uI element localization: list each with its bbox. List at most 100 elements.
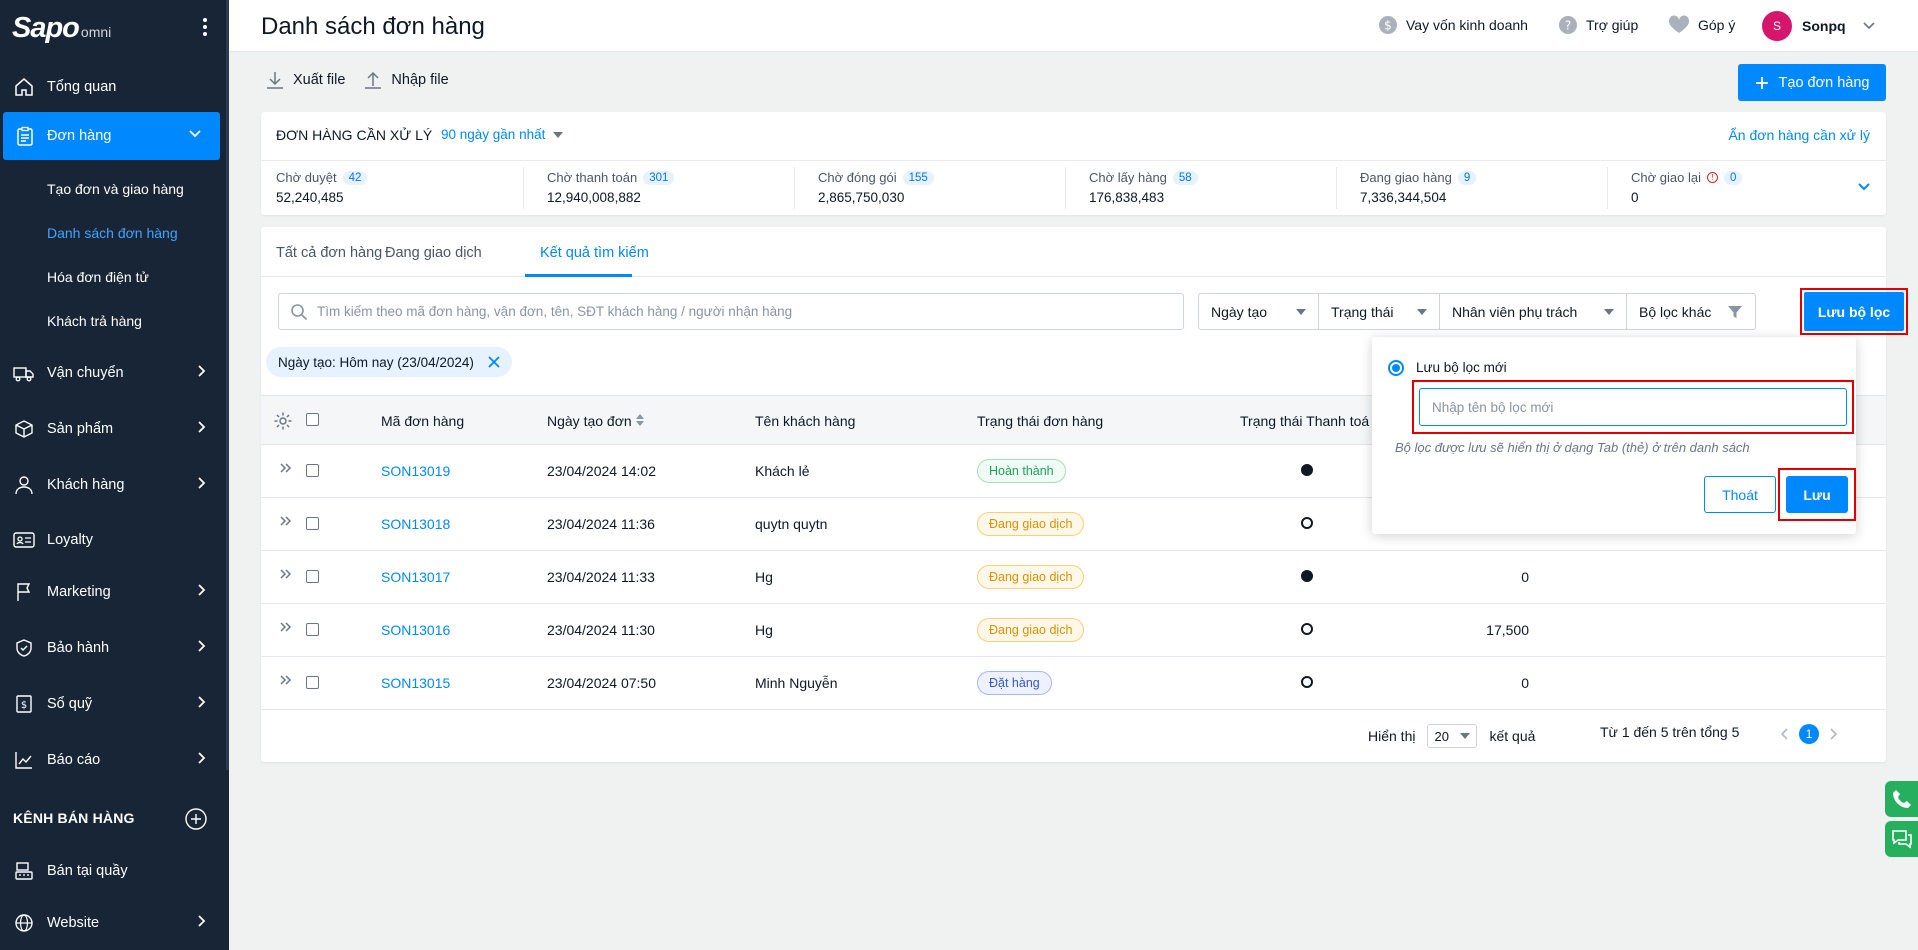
- table-row[interactable]: SON13015 23/04/2024 07:50 Minh Nguyễn Đặ…: [261, 657, 1886, 710]
- page-title: Danh sách đơn hàng: [261, 13, 485, 40]
- chevron-left-icon[interactable]: [1779, 727, 1789, 741]
- period-dropdown[interactable]: 90 ngày gần nhất: [441, 127, 564, 142]
- row-checkbox[interactable]: [306, 517, 319, 530]
- caret-down-icon: [553, 131, 564, 138]
- order-code-link[interactable]: SON13015: [381, 675, 450, 691]
- gear-icon[interactable]: [273, 411, 293, 431]
- filter-other[interactable]: Bộ lọc khác: [1627, 294, 1755, 329]
- stat-pending-pickup[interactable]: Chờ lấy hàng 58 176,838,483: [1089, 170, 1349, 205]
- table-row[interactable]: SON13016 23/04/2024 11:30 Hg Đang giao d…: [261, 604, 1886, 657]
- sidebar-item-shipping[interactable]: Vận chuyển: [0, 358, 226, 388]
- order-code-link[interactable]: SON13017: [381, 569, 450, 585]
- heart-icon: [1668, 15, 1690, 34]
- sidebar: Sapo omni Tổng quan Đơn hàng Tạo đơn và …: [0, 0, 229, 950]
- page-size-label: Hiển thị: [1368, 728, 1416, 744]
- phone-contact-button[interactable]: [1885, 781, 1918, 817]
- row-checkbox[interactable]: [306, 570, 319, 583]
- chevron-right-icon[interactable]: [1829, 727, 1839, 741]
- payment-status-dot: [1301, 570, 1313, 582]
- stat-label: Chờ thanh toán: [547, 170, 638, 185]
- stat-pending-approval[interactable]: Chờ duyệt 42 52,240,485: [276, 170, 536, 205]
- sidebar-item-customers[interactable]: Khách hàng: [0, 470, 226, 500]
- tab-search-results[interactable]: Kết quả tìm kiếm: [540, 245, 649, 261]
- stat-delivering[interactable]: Đang giao hàng 9 7,336,344,504: [1360, 170, 1620, 205]
- sidebar-item-products[interactable]: Sản phẩm: [0, 414, 226, 444]
- chevron-right-icon: [196, 476, 208, 494]
- user-icon: [12, 473, 36, 497]
- expand-row-icon[interactable]: [279, 461, 293, 478]
- chat-contact-button[interactable]: [1885, 821, 1918, 857]
- sidebar-menu-icon[interactable]: [196, 14, 214, 40]
- box-icon: [12, 417, 36, 441]
- order-amount: 0: [1521, 675, 1529, 691]
- import-button[interactable]: Nhập file: [391, 72, 448, 88]
- tab-all-orders[interactable]: Tất cả đơn hàng: [276, 245, 382, 261]
- stat-pending-payment[interactable]: Chờ thanh toán 301 12,940,008,882: [547, 170, 807, 205]
- chevron-down-icon[interactable]: [1856, 179, 1872, 198]
- sidebar-subitem-returns[interactable]: Khách trả hàng: [47, 313, 142, 329]
- divider: [261, 160, 1886, 161]
- table-row[interactable]: SON13017 23/04/2024 11:33 Hg Đang giao d…: [261, 551, 1886, 604]
- add-channel-icon[interactable]: [184, 807, 208, 834]
- sidebar-item-warranty[interactable]: Bảo hành: [0, 633, 226, 663]
- user-menu[interactable]: S Sonpq: [1762, 11, 1876, 41]
- row-checkbox[interactable]: [306, 464, 319, 477]
- stat-count-badge: 155: [902, 170, 934, 185]
- help-link[interactable]: ? Trợ giúp: [1558, 15, 1638, 35]
- stat-redelivery[interactable]: Chờ giao lại! 0 0: [1631, 170, 1831, 205]
- row-checkbox[interactable]: [306, 676, 319, 689]
- stat-label: Chờ lấy hàng: [1089, 170, 1167, 185]
- divider: [1607, 167, 1608, 209]
- sidebar-subitem-create-order[interactable]: Tạo đơn và giao hàng: [47, 181, 184, 197]
- stat-pending-packing[interactable]: Chờ đóng gói 155 2,865,750,030: [818, 170, 1078, 205]
- tab-in-transaction[interactable]: Đang giao dịch: [385, 245, 482, 261]
- caret-down-icon: [1296, 308, 1306, 315]
- new-filter-radio[interactable]: [1388, 360, 1404, 376]
- page-size-select[interactable]: 20: [1427, 724, 1478, 748]
- sidebar-item-orders[interactable]: Đơn hàng: [3, 112, 220, 160]
- sidebar-item-cashbook[interactable]: $ Sổ quỹ: [0, 689, 226, 719]
- funnel-icon: [1728, 305, 1742, 318]
- filter-label: Ngày tạo: [1211, 303, 1268, 320]
- sidebar-item-overview[interactable]: Tổng quan: [0, 72, 226, 102]
- feedback-link[interactable]: Góp ý: [1668, 15, 1735, 35]
- row-checkbox[interactable]: [306, 623, 319, 636]
- export-button[interactable]: Xuất file: [293, 72, 345, 88]
- select-all-checkbox[interactable]: [306, 413, 319, 426]
- filter-staff[interactable]: Nhân viên phụ trách: [1440, 294, 1627, 329]
- sidebar-subitem-order-list[interactable]: Danh sách đơn hàng: [47, 225, 178, 241]
- order-code-link[interactable]: SON13018: [381, 516, 450, 532]
- order-code-link[interactable]: SON13019: [381, 463, 450, 479]
- sidebar-item-loyalty[interactable]: Loyalty: [0, 525, 226, 555]
- sidebar-item-marketing[interactable]: Marketing: [0, 577, 226, 607]
- pagination: 1: [1779, 724, 1839, 744]
- create-order-button[interactable]: Tạo đơn hàng: [1738, 64, 1886, 101]
- pos-icon: [12, 859, 36, 883]
- sidebar-item-pos[interactable]: Bán tại quầy: [0, 856, 226, 886]
- search-input[interactable]: Tìm kiếm theo mã đơn hàng, vận đơn, tên,…: [278, 293, 1184, 330]
- expand-row-icon[interactable]: [279, 567, 293, 584]
- sidebar-subitem-e-invoice[interactable]: Hóa đơn điện tử: [47, 269, 149, 285]
- loan-link[interactable]: $ Vay vốn kinh doanh: [1378, 15, 1528, 35]
- column-header-date[interactable]: Ngày tạo đơn: [547, 413, 644, 429]
- svg-text:?: ?: [1565, 19, 1571, 33]
- expand-row-icon[interactable]: [279, 673, 293, 690]
- stat-value: 52,240,485: [276, 190, 344, 205]
- cancel-button[interactable]: Thoát: [1704, 476, 1776, 513]
- order-code-link[interactable]: SON13016: [381, 622, 450, 638]
- highlight-box: [1412, 380, 1854, 434]
- filter-status[interactable]: Trạng thái: [1319, 294, 1440, 329]
- close-icon[interactable]: [488, 356, 500, 368]
- sidebar-item-label: Loyalty: [47, 532, 93, 548]
- sidebar-item-website[interactable]: Website: [0, 908, 226, 938]
- customer-name: Minh Nguyễn: [755, 675, 838, 691]
- expand-row-icon[interactable]: [279, 514, 293, 531]
- hide-pending-link[interactable]: Ẩn đơn hàng cần xử lý: [1728, 127, 1870, 143]
- expand-row-icon[interactable]: [279, 620, 293, 637]
- sapo-logo[interactable]: Sapo omni: [12, 8, 111, 48]
- sidebar-item-label: Đơn hàng: [47, 128, 112, 144]
- filter-created-date[interactable]: Ngày tạo: [1199, 294, 1319, 329]
- page-number-current[interactable]: 1: [1799, 724, 1819, 744]
- status-badge: Đặt hàng: [977, 671, 1052, 695]
- sidebar-item-reports[interactable]: Báo cáo: [0, 745, 226, 775]
